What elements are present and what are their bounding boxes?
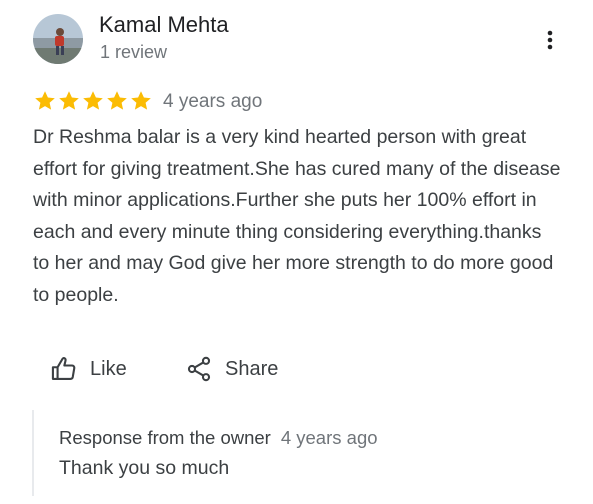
- more-vert-icon: [547, 30, 553, 50]
- share-button[interactable]: Share: [185, 352, 278, 386]
- avatar[interactable]: [33, 14, 83, 64]
- owner-response-label: Response from the owner: [59, 427, 271, 448]
- star-rating: [33, 89, 153, 113]
- star-icon: [107, 91, 127, 110]
- like-button[interactable]: Like: [50, 352, 127, 386]
- star-icon: [83, 91, 103, 110]
- owner-response-header: Response from the owner 4 years ago: [59, 425, 378, 451]
- owner-response-date: 4 years ago: [280, 427, 378, 448]
- star-icon: [131, 91, 151, 110]
- review-date: 4 years ago: [163, 91, 263, 112]
- star-icon: [35, 91, 55, 110]
- share-icon: [187, 356, 211, 382]
- reviewer-review-count[interactable]: 1 review: [100, 41, 167, 63]
- owner-response-text: Thank you so much: [59, 457, 230, 479]
- thumbs-up-icon: [51, 356, 76, 380]
- like-label: Like: [90, 357, 127, 380]
- share-label: Share: [225, 357, 279, 380]
- review-text: Dr Reshma balar is a very kind hearted p…: [33, 126, 561, 306]
- reviewer-name[interactable]: Kamal Mehta: [99, 11, 229, 39]
- star-icon: [59, 91, 79, 110]
- more-options-button[interactable]: [536, 26, 564, 54]
- owner-response: Response from the owner 4 years ago Thank…: [32, 410, 554, 496]
- avatar-photo: [33, 14, 83, 64]
